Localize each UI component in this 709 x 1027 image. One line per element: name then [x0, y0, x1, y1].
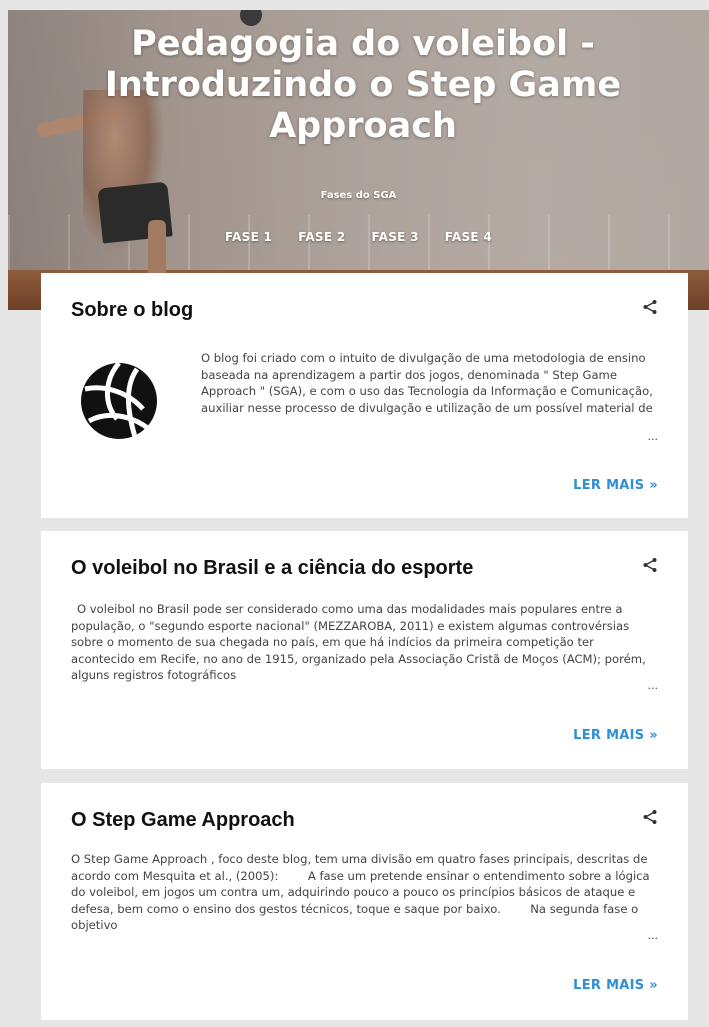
read-more-link[interactable]: LER MAIS »: [573, 478, 658, 493]
blog-header: Pedagogia do voleibol - Introduzindo o S…: [8, 10, 709, 310]
blog-title[interactable]: Pedagogia do voleibol - Introduzindo o S…: [78, 24, 648, 147]
post-snippet: O voleibol no Brasil pode ser considerad…: [71, 602, 646, 682]
share-icon[interactable]: [642, 299, 658, 315]
post-title[interactable]: O voleibol no Brasil e a ciência do espo…: [71, 557, 473, 580]
nav-item-fase-2[interactable]: FASE 2: [298, 230, 345, 244]
blog-description: Fases do SGA: [320, 190, 397, 201]
snippet-ellipsis: ...: [647, 679, 659, 692]
read-more-link[interactable]: LER MAIS »: [573, 728, 658, 743]
snippet-ellipsis: ...: [647, 430, 659, 443]
post-title[interactable]: Sobre o blog: [71, 299, 193, 322]
volleyball-icon[interactable]: [77, 359, 161, 443]
phase-nav: FASE 1 FASE 2 FASE 3 FASE 4: [8, 230, 709, 244]
post-title[interactable]: O Step Game Approach: [71, 809, 295, 832]
nav-item-fase-3[interactable]: FASE 3: [372, 230, 419, 244]
share-icon[interactable]: [642, 557, 658, 573]
post-snippet: O blog foi criado com o intuito de divul…: [201, 351, 653, 415]
post-card-sobre-o-blog: Sobre o blog O blog foi criado com o int…: [41, 273, 688, 518]
share-icon[interactable]: [642, 809, 658, 825]
nav-item-fase-4[interactable]: FASE 4: [445, 230, 492, 244]
snippet-ellipsis: ...: [647, 929, 659, 942]
post-snippet: O Step Game Approach , foco deste blog, …: [71, 852, 654, 932]
post-card-step-game-approach: O Step Game Approach O Step Game Approac…: [41, 783, 688, 1020]
nav-item-fase-1[interactable]: FASE 1: [225, 230, 272, 244]
post-card-voleibol-no-brasil: O voleibol no Brasil e a ciência do espo…: [41, 531, 688, 769]
read-more-link[interactable]: LER MAIS »: [573, 978, 658, 993]
